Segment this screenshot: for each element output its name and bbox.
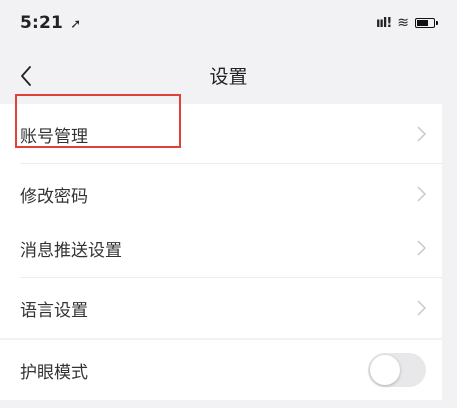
page-title: 设置 — [209, 65, 248, 88]
settings-group-display: 护眼模式 — [0, 340, 442, 400]
row-label: 护眼模式 — [20, 362, 88, 383]
row-eye-protection: 护眼模式 — [0, 340, 442, 400]
settings-group-general: 消息推送设置 语言设置 — [0, 218, 442, 338]
chevron-right-icon — [417, 300, 426, 316]
settings-group-account: 账号管理 修改密码 — [0, 104, 442, 224]
chevron-right-icon — [417, 240, 426, 256]
eye-protection-toggle[interactable] — [368, 353, 426, 387]
wifi-icon: ≋ — [397, 15, 409, 31]
location-arrow-icon: ➚ — [70, 17, 82, 32]
status-bar: 5:21 ➚ ııl! ≋ — [0, 0, 457, 46]
row-language-settings[interactable]: 语言设置 — [0, 278, 442, 338]
row-label: 账号管理 — [20, 126, 88, 147]
signal-icon: ııl! — [375, 15, 392, 31]
nav-bar: 设置 — [0, 46, 457, 104]
row-change-password[interactable]: 修改密码 — [0, 164, 442, 224]
row-label: 语言设置 — [20, 300, 88, 321]
toggle-knob — [370, 355, 400, 385]
chevron-left-icon — [21, 66, 31, 86]
time-text: 5:21 — [20, 13, 64, 33]
row-label: 消息推送设置 — [20, 240, 122, 261]
status-icons: ııl! ≋ — [375, 15, 438, 31]
chevron-right-icon — [417, 186, 426, 202]
battery-icon — [415, 18, 438, 28]
row-label: 修改密码 — [20, 186, 88, 207]
status-time: 5:21 ➚ — [20, 13, 81, 33]
back-button[interactable] — [14, 62, 38, 90]
chevron-right-icon — [417, 126, 426, 142]
row-push-settings[interactable]: 消息推送设置 — [0, 218, 442, 278]
row-account-management[interactable]: 账号管理 — [0, 104, 442, 164]
